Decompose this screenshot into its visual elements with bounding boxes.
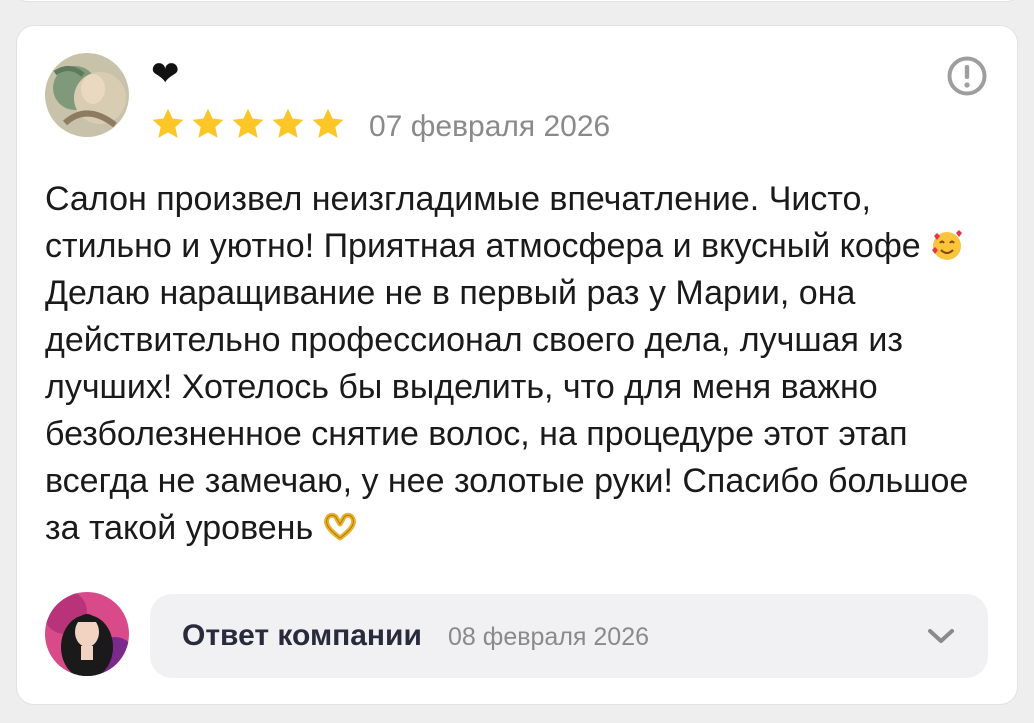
- rating-stars: [150, 106, 346, 142]
- reply-date: 08 февраля 2026: [448, 623, 650, 651]
- review-text: Салон произвел неизгладимые впечатление.…: [45, 176, 985, 552]
- star-icon: [232, 108, 264, 138]
- company-avatar-image: [45, 592, 129, 676]
- review-text-part-1: Салон произвел неизгладимые впечатление.…: [45, 180, 931, 265]
- smiling-face-with-hearts-icon: [932, 230, 963, 260]
- reply-title: Ответ компании: [182, 619, 422, 652]
- report-icon[interactable]: [946, 55, 988, 97]
- chevron-down-icon[interactable]: [926, 622, 956, 650]
- review-text-part-2: Делаю наращивание не в первый раз у Мари…: [45, 274, 969, 547]
- reviewer-avatar[interactable]: [45, 53, 129, 137]
- previous-review-card: [16, 0, 1018, 2]
- company-reply[interactable]: Ответ компании 08 февраля 2026: [150, 594, 988, 678]
- review-card: ❤ 07 февраля 2026 Салон произвел неизгла…: [16, 25, 1018, 705]
- review-date: 07 февраля 2026: [369, 110, 611, 143]
- heart-hands-icon: [323, 512, 356, 541]
- star-icon: [192, 108, 224, 138]
- star-icon: [312, 108, 344, 138]
- avatar-image: [45, 53, 129, 137]
- reviewer-name[interactable]: ❤: [151, 56, 180, 92]
- star-icon: [272, 108, 304, 138]
- star-icon: [152, 108, 184, 138]
- company-avatar[interactable]: [45, 592, 129, 676]
